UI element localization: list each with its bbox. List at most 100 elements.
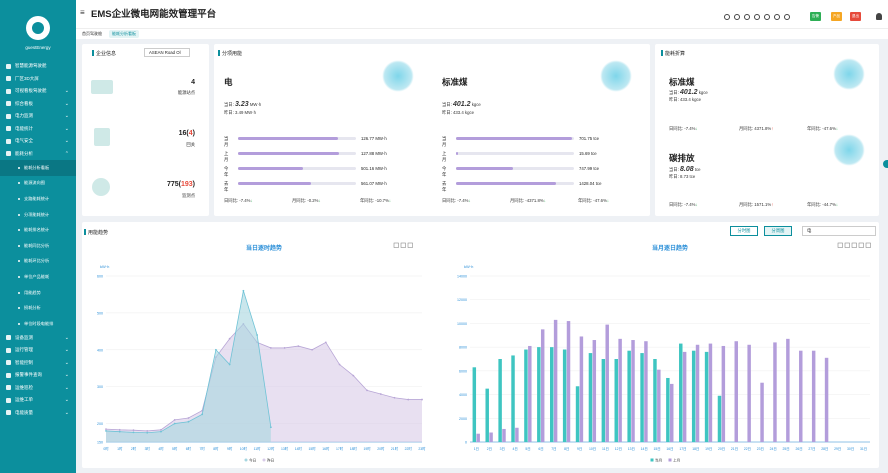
- sidebar-item-3[interactable]: 综合看板 ⌄: [0, 98, 76, 111]
- carbon-yesterday: 昨日: 8.73 tce: [669, 174, 696, 179]
- sidebar-item-16[interactable]: 用能趋势: [0, 285, 76, 301]
- weekly-button[interactable]: 分周图: [764, 226, 792, 236]
- bar-0: [640, 353, 644, 442]
- row-fill: [238, 137, 339, 140]
- sidebar-item-18[interactable]: 单位时段电能排: [0, 316, 76, 332]
- row-fill: [456, 152, 459, 155]
- data-point: [132, 431, 135, 434]
- sidebar-item-label: 运行管理: [15, 347, 33, 353]
- row-fill: [238, 152, 340, 155]
- sidebar-item-24[interactable]: 运维工单 ⌄: [0, 394, 76, 407]
- x-tick-label: 12日: [615, 447, 622, 451]
- sidebar-item-label: 能耗分析: [15, 150, 33, 156]
- user-name: guestEnergy: [25, 45, 51, 50]
- user-icon[interactable]: [876, 13, 882, 20]
- sidebar-item-14[interactable]: 能耗环比分析: [0, 254, 76, 270]
- sidebar-item-10[interactable]: 支路能耗统计: [0, 191, 76, 207]
- menu-icon: [6, 397, 11, 403]
- card-name: 标准煤: [442, 77, 468, 87]
- bar-0: [666, 377, 670, 442]
- sidebar-item-13[interactable]: 能耗同比分析: [0, 238, 76, 254]
- screen-icon[interactable]: [774, 14, 780, 20]
- refresh-icon[interactable]: [754, 14, 760, 20]
- chart-tool-icon: [844, 242, 850, 248]
- x-tick-label: 3日: [500, 447, 505, 451]
- sidebar-item-19[interactable]: 设备监测 ⌄: [0, 332, 76, 345]
- x-tick-label: 4日: [513, 447, 518, 451]
- fullscreen-icon[interactable]: [764, 14, 770, 20]
- breadcrumb-current[interactable]: 能耗分析看板: [109, 30, 139, 38]
- sidebar-item-20[interactable]: 运行管理 ⌄: [0, 344, 76, 357]
- data-point: [407, 398, 410, 401]
- bar-1: [747, 344, 751, 442]
- bar-1: [528, 345, 532, 442]
- sidebar-item-0[interactable]: 智慧能源驾驶舱: [0, 60, 76, 73]
- sidebar-item-6[interactable]: 电气安全 ⌄: [0, 135, 76, 148]
- sidebar-item-8[interactable]: 能耗分析看板: [0, 160, 76, 176]
- row-track: [456, 182, 574, 185]
- bar-0: [498, 359, 502, 442]
- bar-0: [717, 395, 722, 442]
- bell-icon[interactable]: [784, 14, 790, 20]
- bar-1: [721, 345, 726, 442]
- sidebar-item-21[interactable]: 智能控制 ⌄: [0, 357, 76, 370]
- help-icon[interactable]: [744, 14, 750, 20]
- side-drawer-handle[interactable]: [883, 160, 888, 168]
- sidebar-item-12[interactable]: 能耗排名统计: [0, 222, 76, 238]
- sidebar-item-1[interactable]: 厂区3D大屏: [0, 73, 76, 86]
- sidebar-item-4[interactable]: 电力监测 ⌄: [0, 110, 76, 123]
- coal-yesterday: 昨日: 433.4 kgce: [669, 97, 702, 102]
- bar-1: [515, 427, 519, 442]
- bullet-icon: [18, 260, 20, 263]
- coal-name: 标准煤: [669, 77, 695, 87]
- search-icon[interactable]: [724, 14, 730, 20]
- data-point: [324, 341, 327, 344]
- x-tick-label: 11日: [602, 447, 609, 451]
- sidebar-item-15[interactable]: 单位产品能耗: [0, 269, 76, 285]
- chart-tool-icon: [837, 242, 843, 248]
- row-value: 127.88 MW·h: [361, 151, 387, 156]
- header-tools: [724, 14, 790, 20]
- x-tick-label: 0时: [103, 446, 109, 451]
- energy-type-select[interactable]: 电: [802, 226, 876, 236]
- chart-tool-icon: [393, 242, 399, 248]
- bar-0: [511, 355, 515, 442]
- sidebar-item-2[interactable]: 可视看板驾驶舱 ⌄: [0, 85, 76, 98]
- card-today: 当日: 3.23 MW·h: [224, 101, 262, 108]
- legend-label: 上月: [673, 457, 680, 462]
- sidebar-item-7[interactable]: 能耗分析 ⌃: [0, 148, 76, 161]
- alarm-badge[interactable]: 告警: [810, 12, 821, 21]
- menu-toggle-icon[interactable]: ≡: [80, 8, 85, 17]
- bar-1: [502, 428, 506, 442]
- sidebar-item-5[interactable]: 电能统计 ⌄: [0, 123, 76, 136]
- gateway-count: 16(4): [178, 130, 195, 137]
- globe-icon[interactable]: [734, 14, 740, 20]
- data-point: [146, 430, 149, 432]
- sidebar-item-17[interactable]: 损耗分析: [0, 300, 76, 316]
- chevron-icon: ⌄: [64, 347, 69, 354]
- sidebar-item-label: 支路能耗统计: [24, 195, 50, 201]
- y-tick-label: 150: [97, 441, 103, 445]
- sidebar-item-label: 损耗分析: [24, 305, 41, 311]
- bar-0: [691, 350, 696, 442]
- bar-0: [704, 351, 709, 442]
- product-badge[interactable]: 产品: [831, 12, 842, 21]
- x-tick-label: 23日: [757, 447, 764, 451]
- company-select[interactable]: ASEAN Road Ol: [144, 48, 190, 57]
- sidebar-item-23[interactable]: 运维巡检 ⌄: [0, 382, 76, 395]
- data-point: [160, 428, 162, 431]
- data-point: [352, 374, 355, 377]
- logout-badge[interactable]: 退出: [850, 12, 861, 21]
- breadcrumb-home[interactable]: 首页驾驶舱: [82, 31, 102, 37]
- sidebar-item-25[interactable]: 电能质量 ⌄: [0, 407, 76, 420]
- chart-tool-icon: [858, 242, 864, 248]
- sidebar-item-11[interactable]: 分项能耗统计: [0, 207, 76, 223]
- sidebar-item-22[interactable]: 报警事件查询 ⌄: [0, 369, 76, 382]
- row-fill: [238, 167, 303, 170]
- monitor-count: 775(193): [166, 181, 195, 188]
- x-tick-label: 1日: [474, 447, 479, 451]
- row-fill: [238, 182, 312, 185]
- sidebar-item-9[interactable]: 能源流向图: [0, 176, 76, 192]
- bar-1: [605, 324, 609, 442]
- hourly-button[interactable]: 分时图: [730, 226, 758, 236]
